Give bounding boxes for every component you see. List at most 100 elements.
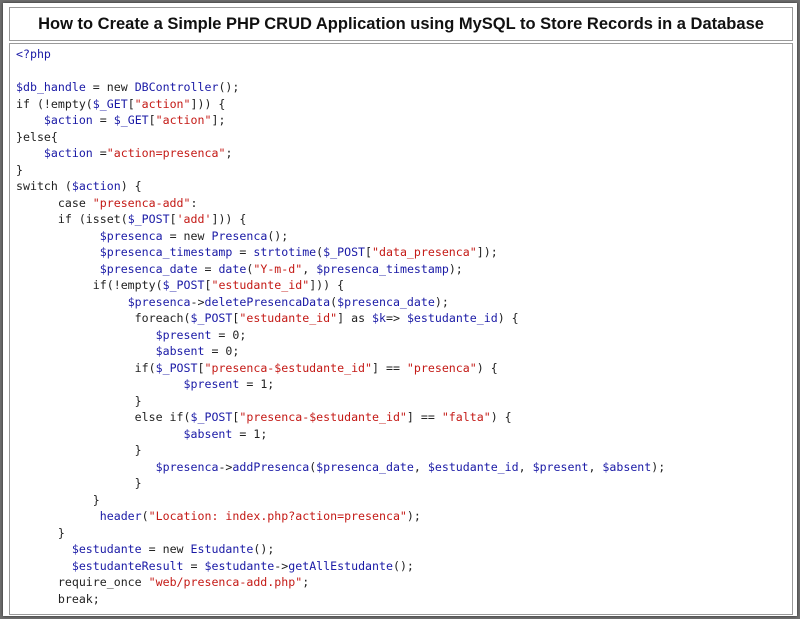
- code-token: $_POST: [155, 360, 198, 375]
- code-token: }: [16, 393, 142, 408]
- code-token: 'add': [176, 212, 212, 226]
- code-token: foreach(: [16, 311, 191, 325]
- code-token: ])) {: [190, 96, 226, 111]
- code-token: $estudante_id: [406, 311, 498, 325]
- code-line: $presenca->deletePresencaData($presenca_…: [16, 294, 665, 311]
- code-line: $db_handle = new DBController();: [16, 79, 665, 96]
- code-token: $_GET: [92, 96, 128, 111]
- code-line: $absent = 0;: [16, 343, 665, 360]
- code-token: ];: [211, 113, 226, 127]
- code-token: ();: [253, 542, 275, 556]
- code-token: else if(: [16, 410, 191, 424]
- code-token: =: [183, 558, 205, 573]
- code-token: "action": [134, 96, 191, 111]
- code-line: $absent = 1;: [16, 426, 665, 443]
- code-line: $presenca->addPresenca($presenca_date, $…: [16, 459, 666, 476]
- code-line: }: [16, 525, 665, 542]
- code-token: case: [16, 195, 93, 210]
- code-token: "data_presenca": [372, 245, 477, 259]
- code-line: $present = 1;: [16, 376, 665, 393]
- code-token: $absent: [183, 426, 233, 441]
- code-token: "presenca-$estudante_id": [204, 360, 373, 375]
- code-token: switch (: [16, 179, 72, 193]
- code-token: $db_handle: [16, 80, 86, 94]
- code-line: }: [16, 393, 665, 410]
- code-token: =: [92, 113, 114, 127]
- code-token: );: [448, 261, 463, 276]
- code-token: $action: [43, 146, 93, 160]
- code-token: $present: [183, 377, 240, 391]
- code-token: $present: [532, 459, 589, 474]
- code-token: ) {: [497, 311, 519, 325]
- code-token: = 1;: [232, 426, 268, 441]
- code-token: ();: [267, 228, 289, 243]
- code-token: ) {: [120, 179, 142, 193]
- code-token: $estudante: [204, 558, 275, 573]
- code-token: "presenca-$estudante_id": [239, 410, 407, 424]
- code-token: $absent: [602, 459, 652, 474]
- code-token: $presenca: [99, 228, 163, 243]
- code-token: $k: [372, 311, 386, 325]
- code-line: if(!empty($_POST["estudante_id"])) {: [16, 277, 665, 294]
- code-line: $action ="action=presenca";: [16, 145, 665, 162]
- code-line: }: [16, 442, 665, 459]
- code-line: require_once "web/presenca-add.php";: [16, 574, 665, 591]
- code-token: "Location: index.php?action=presenca": [148, 509, 407, 523]
- code-token: $presenca: [155, 459, 219, 474]
- code-token: [: [127, 96, 135, 111]
- code-token: ,: [518, 459, 533, 474]
- code-token: ,: [302, 261, 317, 276]
- code-line: case "presenca-add":: [16, 195, 665, 212]
- code-token: getAllEstudante: [288, 558, 393, 573]
- code-token: if(!empty(: [16, 278, 163, 292]
- code-line: $action = $_GET["action"];: [16, 112, 665, 129]
- code-token: if (!empty(: [16, 96, 93, 111]
- code-line: if($_POST["presenca-$estudante_id"] == "…: [16, 360, 665, 377]
- code-token: $presenca_timestamp: [316, 261, 449, 276]
- code-token: $_POST: [127, 212, 170, 226]
- code-token: );: [651, 459, 666, 474]
- code-token: }: [16, 443, 142, 457]
- code-token: ) {: [490, 410, 512, 424]
- code-token: $presenca_date: [337, 294, 435, 309]
- code-token: $_POST: [323, 245, 366, 259]
- code-token: "web/presenca-add.php": [148, 575, 303, 589]
- code-token: ();: [392, 558, 414, 573]
- code-token: "falta": [441, 410, 491, 424]
- code-token: $presenca_date: [316, 459, 414, 474]
- code-line: }: [16, 162, 665, 179]
- code-token: ->: [274, 558, 289, 573]
- code-token: ])) {: [211, 212, 247, 226]
- code-token: (: [141, 509, 149, 523]
- code-token: = new: [85, 80, 135, 94]
- code-token: = new: [141, 542, 191, 556]
- code-line: $presenca = new Presenca();: [16, 228, 665, 245]
- code-token: );: [406, 509, 421, 523]
- code-token: $action: [71, 179, 121, 193]
- code-token: ] as: [337, 311, 373, 325]
- code-token: "Y-m-d": [253, 261, 303, 276]
- code-token: ;: [225, 146, 233, 160]
- code-token: ])) {: [309, 278, 345, 292]
- code-token: "presenca-add": [92, 195, 191, 210]
- code-line: foreach($_POST["estudante_id"] as $k=> $…: [16, 310, 665, 327]
- code-line: if (isset($_POST['add'])) {: [16, 211, 665, 228]
- code-token: $absent: [155, 344, 205, 358]
- code-token: "estudante_id": [239, 311, 338, 325]
- code-token: require_once: [16, 575, 149, 589]
- code-token: break;: [16, 591, 100, 606]
- code-token: $estudante_id: [427, 459, 519, 474]
- code-token: if(: [16, 360, 156, 375]
- code-token: = new: [162, 228, 212, 243]
- code-token: <?php: [16, 47, 51, 61]
- code-token: ] ==: [406, 410, 442, 424]
- code-token: :: [190, 195, 198, 210]
- code-token: ) {: [476, 360, 498, 375]
